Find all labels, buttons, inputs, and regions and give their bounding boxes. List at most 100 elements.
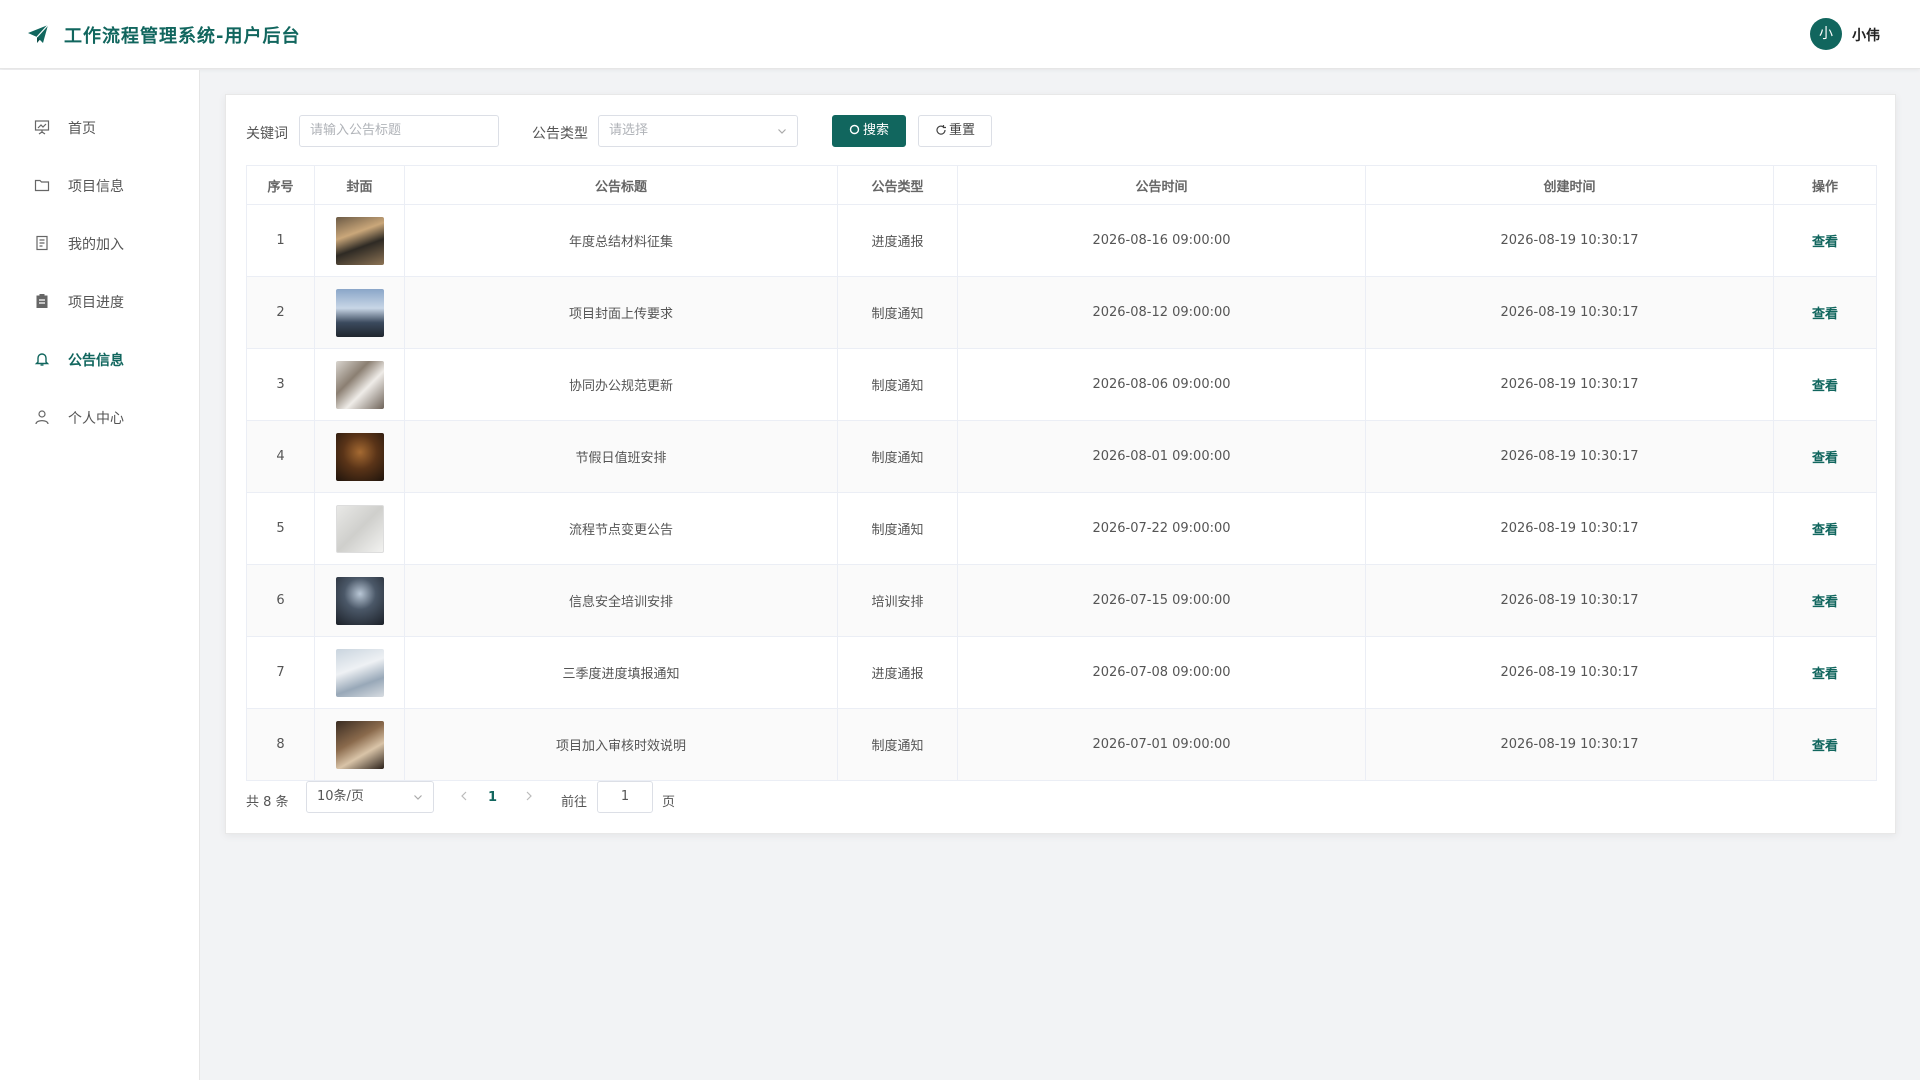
row-created-time: 2026-08-19 10:30:17 [1365,348,1774,421]
action-cell: 查看 [1773,420,1877,493]
type-select[interactable]: 请选择 [598,115,798,147]
table-row: 7 三季度进度填报通知 进度通报 2026-07-08 09:00:00 202… [246,636,1877,709]
cover-image[interactable] [335,432,384,481]
column-header-index: 序号 [246,165,315,205]
view-link[interactable]: 查看 [1812,451,1838,466]
row-title: 三季度进度填报通知 [404,636,838,709]
row-type: 培训安排 [837,564,958,637]
action-cell: 查看 [1773,276,1877,349]
column-header-type: 公告类型 [837,165,958,205]
avatar[interactable]: 小 [1810,18,1842,50]
sidebar-item-project-info[interactable]: 项目信息 [0,156,199,214]
row-title: 项目加入审核时效说明 [404,708,838,781]
cover-image[interactable] [335,288,384,337]
clipboard-icon [36,294,48,308]
row-index: 2 [246,276,315,349]
sidebar-item-label: 项目信息 [68,179,124,195]
row-title: 协同办公规范更新 [404,348,838,421]
row-notice-time: 2026-07-01 09:00:00 [957,708,1366,781]
row-index: 4 [246,420,315,493]
row-notice-time: 2026-07-15 09:00:00 [957,564,1366,637]
cover-image[interactable] [335,216,384,265]
action-cell: 查看 [1773,492,1877,565]
prev-page-icon[interactable] [456,788,472,804]
row-created-time: 2026-08-19 10:30:17 [1365,564,1774,637]
view-link[interactable]: 查看 [1812,307,1838,322]
row-created-time: 2026-08-19 10:30:17 [1365,708,1774,781]
chevron-down-icon [414,795,422,800]
cover-cell [314,564,405,637]
refresh-icon [936,125,946,135]
table-row: 4 节假日值班安排 制度通知 2026-08-01 09:00:00 2026-… [246,420,1877,493]
search-icon [849,124,860,135]
view-link[interactable]: 查看 [1812,523,1838,538]
row-created-time: 2026-08-19 10:30:17 [1365,276,1774,349]
row-type: 进度通报 [837,204,958,277]
cover-cell [314,420,405,493]
row-title: 节假日值班安排 [404,420,838,493]
sidebar-item-my-joins[interactable]: 我的加入 [0,214,199,272]
keyword-placeholder: 请输入公告标题 [310,123,402,138]
next-page-icon[interactable] [521,788,537,804]
goto-page-input[interactable]: 1 [597,781,653,813]
row-notice-time: 2026-07-08 09:00:00 [957,636,1366,709]
table-row: 3 协同办公规范更新 制度通知 2026-08-06 09:00:00 2026… [246,348,1877,421]
announcement-panel: 关键词 请输入公告标题 公告类型 请选择 搜索 重置 序号 封面 公告标题 公告… [225,94,1896,834]
sidebar-item-personal-center[interactable]: 个人中心 [0,388,199,446]
sidebar-item-announcements[interactable]: 公告信息 [0,330,199,388]
chevron-down-icon [778,129,786,134]
sidebar-item-project-progress[interactable]: 项目进度 [0,272,199,330]
sidebar-item-label: 我的加入 [68,237,124,253]
cover-image[interactable] [335,648,384,697]
type-placeholder: 请选择 [609,123,649,138]
row-notice-time: 2026-08-06 09:00:00 [957,348,1366,421]
row-type: 制度通知 [837,492,958,565]
app-title: 工作流程管理系统-用户后台 [64,26,301,47]
view-link[interactable]: 查看 [1812,667,1838,682]
cover-image[interactable] [335,360,384,409]
keyword-search-input[interactable]: 请输入公告标题 [299,115,499,147]
view-link[interactable]: 查看 [1812,595,1838,610]
cover-image[interactable] [335,720,384,769]
row-title: 信息安全培训安排 [404,564,838,637]
row-type: 进度通报 [837,636,958,709]
cover-cell [314,636,405,709]
action-cell: 查看 [1773,636,1877,709]
table-row: 2 项目封面上传要求 制度通知 2026-08-12 09:00:00 2026… [246,276,1877,349]
view-link[interactable]: 查看 [1812,739,1838,754]
type-label: 公告类型 [532,126,588,142]
cover-cell [314,708,405,781]
column-header-created-time: 创建时间 [1365,165,1774,205]
row-type: 制度通知 [837,708,958,781]
row-index: 5 [246,492,315,565]
row-notice-time: 2026-07-22 09:00:00 [957,492,1366,565]
cover-image[interactable] [335,576,384,625]
search-button-label: 搜索 [862,123,889,138]
view-link[interactable]: 查看 [1812,235,1838,250]
table-row: 6 信息安全培训安排 培训安排 2026-07-15 09:00:00 2026… [246,564,1877,637]
column-header-actions: 操作 [1773,165,1877,205]
reset-button[interactable]: 重置 [918,115,992,147]
sidebar-item-label: 首页 [68,121,96,137]
row-type: 制度通知 [837,420,958,493]
page-number-current[interactable]: 1 [488,790,497,805]
cover-image[interactable] [335,504,384,553]
goto-label: 前往 [561,795,588,810]
view-link[interactable]: 查看 [1812,379,1838,394]
sidebar-item-home[interactable]: 首页 [0,98,199,156]
row-created-time: 2026-08-19 10:30:17 [1365,492,1774,565]
row-index: 1 [246,204,315,277]
cover-cell [314,204,405,277]
row-title: 项目封面上传要求 [404,276,838,349]
search-button[interactable]: 搜索 [832,115,906,147]
username[interactable]: 小伟 [1852,25,1880,45]
keyword-label: 关键词 [246,126,288,142]
page-unit-label: 页 [662,795,676,810]
page-size-select[interactable]: 10条/页 [306,781,434,813]
row-created-time: 2026-08-19 10:30:17 [1365,636,1774,709]
action-cell: 查看 [1773,204,1877,277]
table-row: 1 年度总结材料征集 进度通报 2026-08-16 09:00:00 2026… [246,204,1877,277]
user-icon [35,410,49,425]
table-row: 8 项目加入审核时效说明 制度通知 2026-07-01 09:00:00 20… [246,708,1877,781]
sidebar-item-label: 项目进度 [68,295,124,311]
